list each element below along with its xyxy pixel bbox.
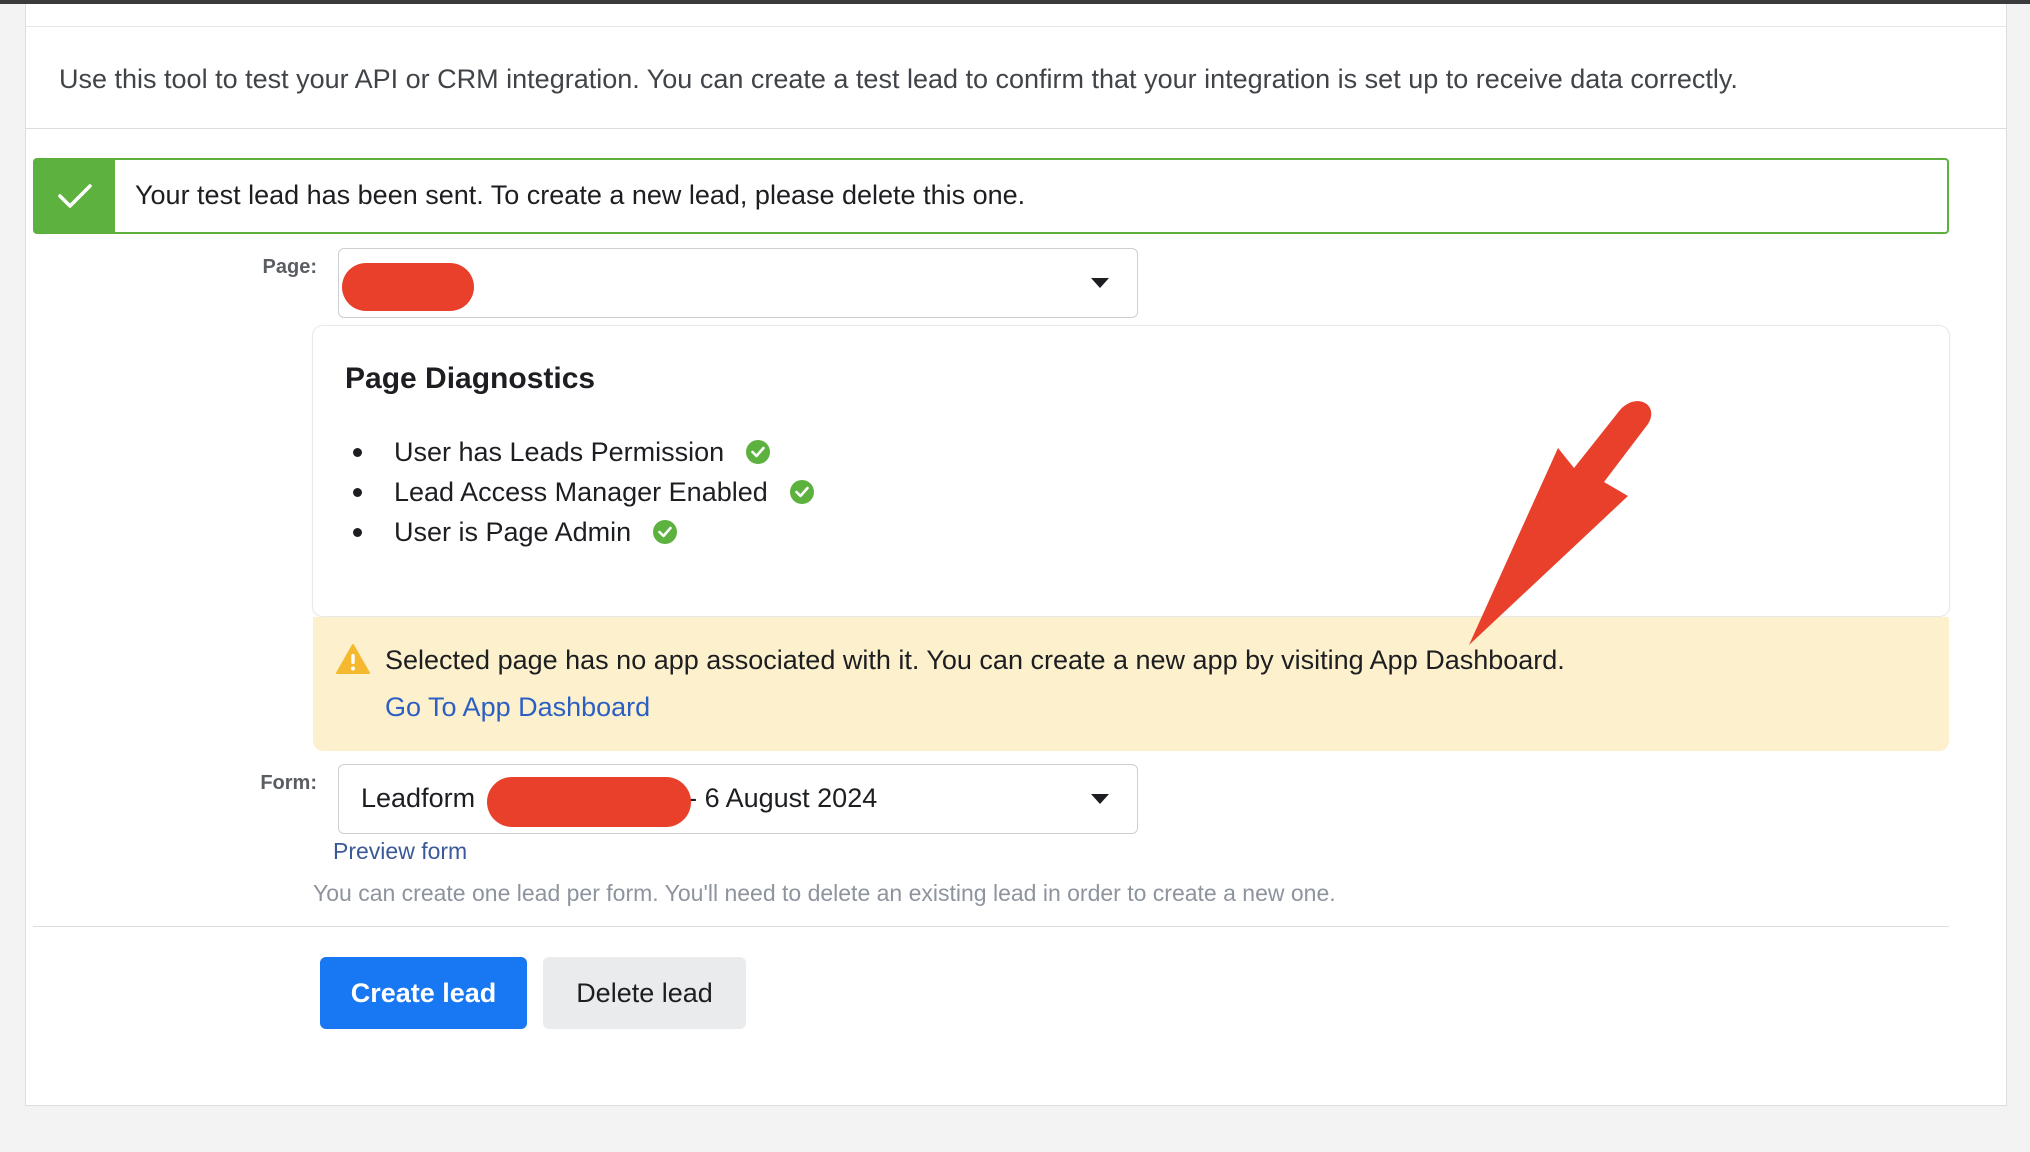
diagnostics-item: User is Page Admin	[345, 512, 814, 552]
chevron-down-icon	[1091, 278, 1109, 288]
success-banner: Your test lead has been sent. To create …	[33, 158, 1949, 234]
form-select[interactable]: Leadform - 6 August 2024	[338, 764, 1138, 834]
redaction-mark	[342, 263, 474, 311]
diagnostics-item-label: User is Page Admin	[394, 516, 632, 547]
page-diagnostics-panel: Page Diagnostics User has Leads Permissi…	[313, 326, 1949, 616]
go-to-app-dashboard-link[interactable]: Go To App Dashboard	[385, 692, 650, 723]
no-app-warning: Selected page has no app associated with…	[313, 617, 1949, 751]
form-name-suffix: - 6 August 2024	[688, 783, 878, 813]
bullet-icon	[353, 487, 362, 497]
check-circle-icon	[653, 520, 678, 544]
chevron-down-icon	[1091, 794, 1109, 804]
card-top-divider	[26, 26, 2006, 27]
diagnostics-item-label: Lead Access Manager Enabled	[394, 476, 768, 507]
check-circle-icon	[746, 440, 771, 464]
actions-divider	[33, 926, 1949, 927]
bullet-icon	[353, 447, 362, 457]
diagnostics-list: User has Leads Permission Lead Access Ma…	[345, 432, 814, 552]
diagnostics-item: User has Leads Permission	[345, 432, 814, 472]
diagnostics-item-label: User has Leads Permission	[394, 436, 725, 467]
checkmark-icon	[35, 160, 115, 232]
form-field-label: Form:	[260, 772, 317, 794]
preview-form-link[interactable]: Preview form	[333, 838, 467, 865]
delete-lead-button[interactable]: Delete lead	[543, 957, 746, 1029]
intro-text: Use this tool to test your API or CRM in…	[59, 64, 1738, 94]
warning-message: Selected page has no app associated with…	[385, 645, 1565, 675]
warning-triangle-icon	[335, 643, 371, 680]
bullet-icon	[353, 527, 362, 537]
diagnostics-item: Lead Access Manager Enabled	[345, 472, 814, 512]
intro-divider	[26, 128, 2006, 129]
form-name-prefix: Leadform	[361, 783, 476, 813]
create-lead-button[interactable]: Create lead	[320, 957, 527, 1029]
page-field-label: Page:	[262, 256, 317, 278]
diagnostics-title: Page Diagnostics	[345, 362, 596, 395]
success-message: Your test lead has been sent. To create …	[135, 180, 1026, 210]
redaction-mark	[487, 777, 691, 827]
form-hint-text: You can create one lead per form. You'll…	[313, 880, 1336, 906]
page-select[interactable]	[338, 248, 1138, 318]
check-circle-icon	[789, 480, 814, 504]
